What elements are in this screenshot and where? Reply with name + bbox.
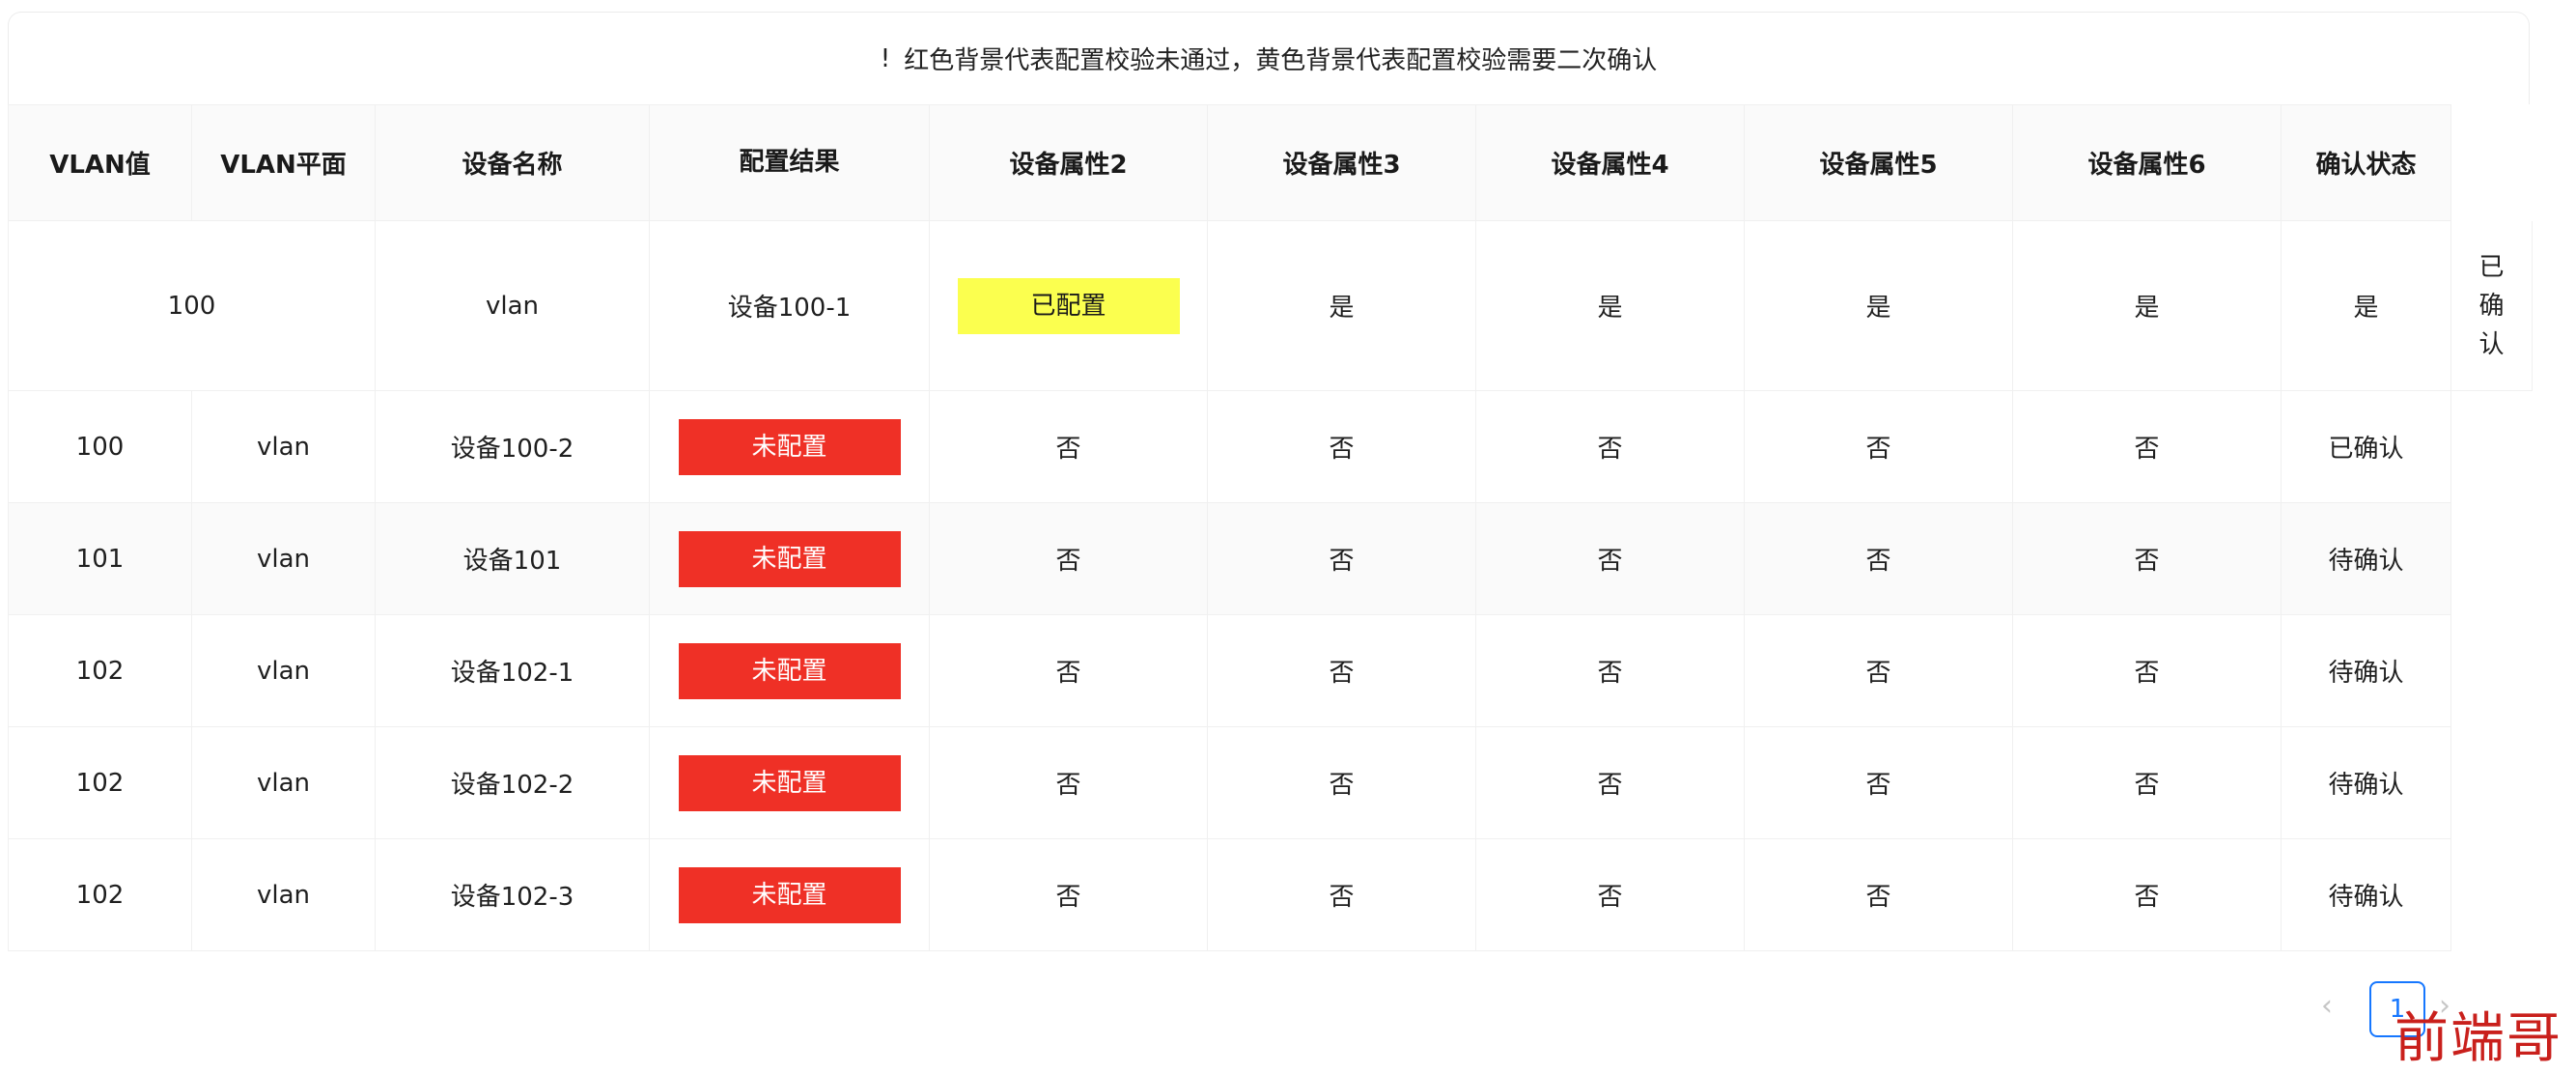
cell-device: 设备100-1 <box>649 220 930 391</box>
config-table: VLAN值 VLAN平面 设备名称 配置结果 设备属性2 设备属性3 设备属性4… <box>8 104 2533 951</box>
cell-vlan: 102 <box>8 726 192 839</box>
header-attr-6: 设备属性6 <box>2012 104 2282 221</box>
cell-result: 已配置 <box>929 220 1208 391</box>
header-vlan: VLAN值 <box>8 104 192 221</box>
status-tag-not-configured: 未配置 <box>678 530 901 587</box>
cell-attr: 否 <box>2012 726 2282 839</box>
cell-attr: 否 <box>1744 502 2013 615</box>
status-tag-not-configured: 未配置 <box>678 866 901 923</box>
table-row: 100 vlan 设备100-1 已配置 是 是 是 是 是 已确认 <box>8 220 2533 391</box>
cell-device: 设备102-2 <box>375 726 650 839</box>
status-tag-configured: 已配置 <box>957 277 1180 334</box>
header-confirm-status: 确认状态 <box>2281 104 2451 221</box>
cell-attr: 否 <box>929 838 1208 951</box>
cell-plane: vlan <box>191 502 376 615</box>
status-tag-not-configured: 未配置 <box>678 642 901 699</box>
cell-extra-status: 已确认 <box>2450 220 2533 391</box>
cell-attr: 否 <box>1207 614 1476 727</box>
cell-vlan: 102 <box>8 838 192 951</box>
cell-attr: 否 <box>1744 838 2013 951</box>
cell-attr: 否 <box>1475 390 1745 503</box>
status-tag-not-configured: 未配置 <box>678 418 901 475</box>
table-row: 102 vlan 设备102-3 未配置 否 否 否 否 否 待确认 <box>8 838 2533 951</box>
header-attr-3: 设备属性3 <box>1207 104 1476 221</box>
cell-vlan: 100 <box>8 390 192 503</box>
table-row: 102 vlan 设备102-2 未配置 否 否 否 否 否 待确认 <box>8 726 2533 839</box>
cell-vlan: 101 <box>8 502 192 615</box>
cell-result: 未配置 <box>649 838 930 951</box>
table-row: 100 vlan 设备100-2 未配置 否 否 否 否 否 已确认 <box>8 390 2533 503</box>
extra-status-text: 已确认 <box>2478 252 2505 359</box>
table-header-row: VLAN值 VLAN平面 设备名称 配置结果 设备属性2 设备属性3 设备属性4… <box>8 104 2533 221</box>
cell-device: 设备102-3 <box>375 838 650 951</box>
cell-attr: 否 <box>2012 390 2282 503</box>
exclamation-icon: ! <box>880 43 891 73</box>
cell-attr: 是 <box>1207 220 1476 391</box>
table-row: 102 vlan 设备102-1 未配置 否 否 否 否 否 待确认 <box>8 614 2533 727</box>
header-spacer <box>2450 104 2533 221</box>
header-device-name: 设备名称 <box>375 104 650 221</box>
cell-device: 设备100-2 <box>375 390 650 503</box>
cell-result: 未配置 <box>649 502 930 615</box>
cell-plane: vlan <box>191 838 376 951</box>
cell-result: 未配置 <box>649 726 930 839</box>
header-plane: VLAN平面 <box>191 104 376 221</box>
cell-plane: vlan <box>191 726 376 839</box>
cell-attr: 否 <box>2012 614 2282 727</box>
status-tag-not-configured: 未配置 <box>678 754 901 811</box>
cell-result: 未配置 <box>649 390 930 503</box>
notice-banner: ! 红色背景代表配置校验未通过，黄色背景代表配置校验需要二次确认 <box>8 12 2530 104</box>
cell-attr: 否 <box>929 502 1208 615</box>
cell-attr: 否 <box>1207 838 1476 951</box>
chevron-left-icon[interactable]: ‹ <box>2321 989 2333 1023</box>
cell-attr: 是 <box>2012 220 2282 391</box>
cell-attr: 否 <box>1207 390 1476 503</box>
cell-confirm-status: 待确认 <box>2281 614 2451 727</box>
header-config-result: 配置结果 <box>649 104 930 221</box>
cell-confirm-status: 待确认 <box>2281 726 2451 839</box>
config-table-wrapper: VLAN值 VLAN平面 设备名称 配置结果 设备属性2 设备属性3 设备属性4… <box>8 104 2533 951</box>
cell-attr: 是 <box>1475 220 1745 391</box>
cell-attr: 否 <box>1744 614 2013 727</box>
cell-attr: 是 <box>2281 220 2451 391</box>
cell-attr: 否 <box>1207 502 1476 615</box>
cell-confirm-status: 待确认 <box>2281 502 2451 615</box>
header-attr-4: 设备属性4 <box>1475 104 1745 221</box>
cell-plane: vlan <box>191 614 376 727</box>
cell-device: 设备102-1 <box>375 614 650 727</box>
cell-attr: 否 <box>929 390 1208 503</box>
header-attr-5: 设备属性5 <box>1744 104 2013 221</box>
watermark: 前端哥 <box>2394 1007 2562 1070</box>
cell-plane: vlan <box>191 390 376 503</box>
cell-attr: 否 <box>2012 838 2282 951</box>
cell-attr: 否 <box>1207 726 1476 839</box>
cell-attr: 否 <box>2012 502 2282 615</box>
cell-attr: 否 <box>929 726 1208 839</box>
cell-confirm-status: 已确认 <box>2281 390 2451 503</box>
cell-attr: 否 <box>929 614 1208 727</box>
cell-confirm-status: 待确认 <box>2281 838 2451 951</box>
cell-attr: 是 <box>1744 220 2013 391</box>
header-attr-2: 设备属性2 <box>929 104 1208 221</box>
cell-attr: 否 <box>1744 726 2013 839</box>
cell-device: 设备101 <box>375 502 650 615</box>
cell-attr: 否 <box>1475 614 1745 727</box>
notice-text: 红色背景代表配置校验未通过，黄色背景代表配置校验需要二次确认 <box>904 46 1658 75</box>
cell-result: 未配置 <box>649 614 930 727</box>
cell-vlan-merged: 100 <box>8 220 376 391</box>
table-row: 101 vlan 设备101 未配置 否 否 否 否 否 待确认 <box>8 502 2533 615</box>
cell-attr: 否 <box>1475 838 1745 951</box>
cell-attr: 否 <box>1475 502 1745 615</box>
cell-attr: 否 <box>1475 726 1745 839</box>
cell-attr: 否 <box>1744 390 2013 503</box>
cell-vlan: 102 <box>8 614 192 727</box>
cell-plane: vlan <box>375 220 650 391</box>
